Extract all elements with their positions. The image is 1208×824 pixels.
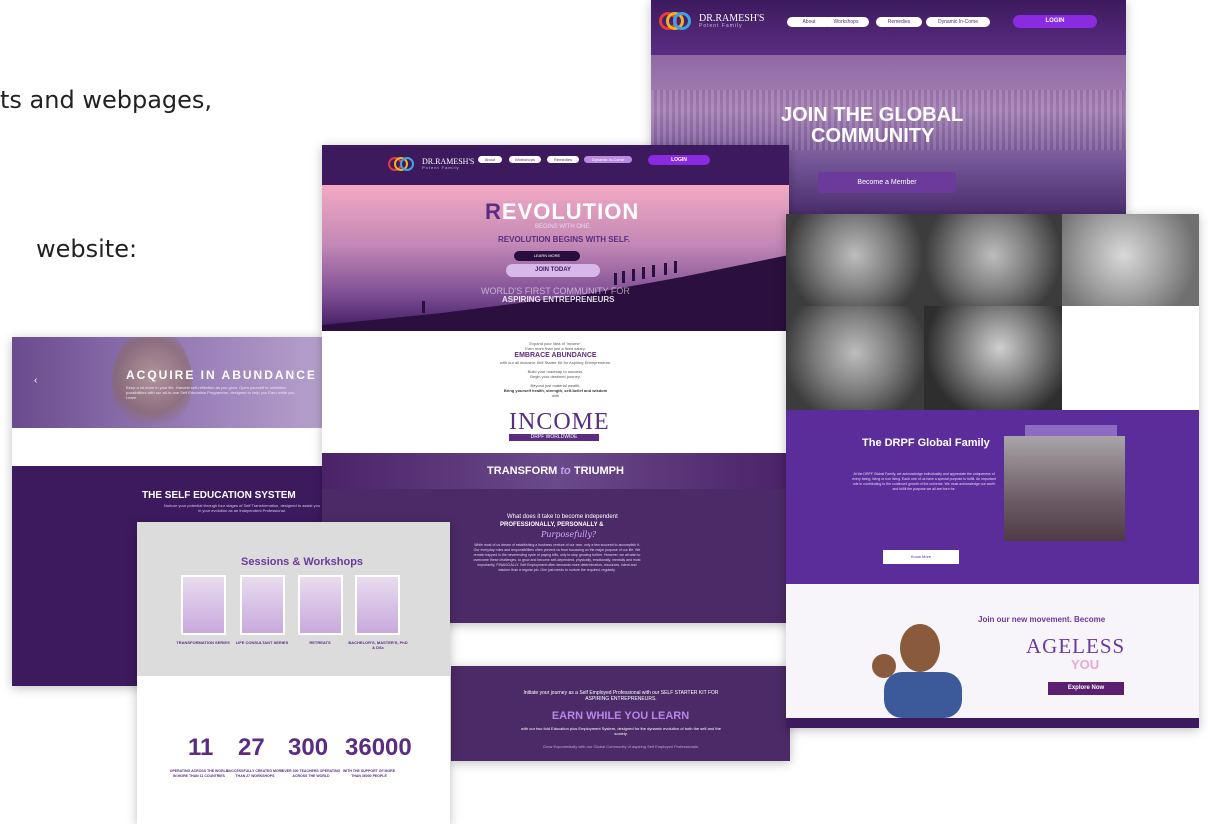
stat-people-label: WITH THE SUPPORT OF MORE THAN 36000 PEOP… <box>342 769 396 778</box>
sessions-page-card: Sessions & Workshops TRANSFORMATION SERI… <box>137 522 450 824</box>
nav-remedies[interactable]: Remedies <box>876 17 922 27</box>
portrait-photo-1 <box>786 214 924 306</box>
revolution-title: REVOLUTION <box>485 199 640 224</box>
earn-tagline: Grow Exponentially with our Global Commu… <box>542 744 700 749</box>
become-member-button[interactable]: Become a Member <box>818 172 956 193</box>
white-band <box>12 428 322 466</box>
purpose-paragraph: While most of us dream of establishing a… <box>473 543 641 572</box>
income-bar: DRPF WORLDWIDE <box>509 434 599 441</box>
portrait-photo-5 <box>924 306 1062 410</box>
logo-rings-icon <box>388 157 416 171</box>
self-education-title: THE SELF EDUCATION SYSTEM <box>142 490 296 501</box>
nav-workshops[interactable]: Workshops <box>823 17 869 27</box>
learn-more-button[interactable]: LEARN MORE <box>514 251 580 261</box>
stat-teachers-label: OVER 300 TEACHERS OPERATING ACROSS THE W… <box>281 769 341 778</box>
acquire-subtitle: Keep a lot more in your life. Harvest se… <box>126 385 295 400</box>
community-title-line1: JOIN THE GLOBAL <box>781 104 964 126</box>
earn-title: EARN WHILE YOU LEARN <box>551 710 690 722</box>
you-wordmark: YOU <box>1071 657 1100 672</box>
revolution-line2: REVOLUTION BEGINS WITH SELF. <box>498 235 631 244</box>
brand-name: DR.RAMESH'S <box>699 12 765 24</box>
sessions-title: Sessions & Workshops <box>241 556 364 568</box>
man-fist-photo <box>872 624 962 718</box>
stat-teachers-value: 300 <box>288 734 329 761</box>
tile-label-life-consultant: LIFE CONSULTANT SERIES <box>235 640 289 645</box>
nav-about[interactable]: About <box>478 156 502 163</box>
revolution-nav: DR.RAMESH'S Potent Family About Workshop… <box>322 145 789 185</box>
revolution-line1: BEGINS WITH ONE. <box>535 224 592 230</box>
stat-people-value: 36000 <box>345 734 412 761</box>
revolution-hero-banner: REVOLUTION BEGINS WITH ONE. REVOLUTION B… <box>322 185 789 331</box>
tile-retreats-image[interactable] <box>298 575 343 635</box>
family-page-card: The DRPF Global Family At the DRPF Globa… <box>786 214 1199 728</box>
tile-label-transformation: TRANSFORMATION SERIES <box>176 640 230 645</box>
community-title-line2: COMMUNITY <box>811 125 935 147</box>
community-nav: DR.RAMESH'S Potent Family About Workshop… <box>651 0 1126 55</box>
earn-intro: Initiate your journey as a Self Employed… <box>523 690 719 702</box>
nav-dynamic-income[interactable]: Dynamic In-Come <box>584 156 632 163</box>
logo-rings-icon <box>659 12 693 30</box>
join-today-button[interactable]: JOIN TODAY <box>506 264 600 277</box>
login-button[interactable]: LOGIN <box>1013 15 1097 28</box>
nav-remedies[interactable]: Remedies <box>547 156 579 163</box>
revolution-line4: ASPIRING ENTREPRENEURS <box>502 295 615 304</box>
transform-banner: TRANSFORM to TRIUMPH <box>322 453 789 489</box>
income-logo: INCOME DRPF WORLDWIDE <box>509 409 610 441</box>
family-text: At the DRPF Global Family, we acknowledg… <box>852 472 996 491</box>
question-line1: What does it take to become independent <box>507 514 618 520</box>
question-line2: PROFESSIONALLY, PERSONALLY & <box>500 522 604 528</box>
explore-now-button[interactable]: Explore Now <box>1048 682 1124 695</box>
income-word: INCOME <box>509 409 610 435</box>
stat-countries-value: 11 <box>188 734 214 761</box>
ageless-wordmark: AGELESS <box>1026 634 1126 658</box>
brand-sub: Potent Family <box>699 22 743 29</box>
portrait-photo-3 <box>1062 214 1199 306</box>
earn-page-card: Initiate your journey as a Self Employed… <box>451 666 790 761</box>
caption-line-1: ts and webpages, <box>0 86 213 114</box>
portrait-photo-2 <box>924 214 1062 306</box>
stat-workshops-label: SUCCESSFULLY CREATED MORE THAN 27 WORKSH… <box>226 769 284 778</box>
portrait-grid <box>786 214 1199 410</box>
stat-countries-label: OPERATING ACROSS THE WORLD IN MORE THAN … <box>169 769 229 778</box>
logo[interactable]: DR.RAMESH'S Potent Family <box>388 157 474 171</box>
family-title: The DRPF Global Family <box>862 437 990 449</box>
join-movement-text: Join our new movement. Become <box>978 615 1106 624</box>
stat-workshops-value: 27 <box>238 734 265 761</box>
footer-bar <box>786 718 1199 728</box>
nav-dynamic-income[interactable]: Dynamic In-Come <box>926 17 990 27</box>
tile-label-retreats: RETREATS <box>309 640 331 645</box>
intro-heading: EMBRACE ABUNDANCE <box>514 352 597 359</box>
ageless-section <box>786 584 1199 718</box>
portrait-photo-4 <box>786 306 924 410</box>
brand-sub: Potent Family <box>422 165 460 170</box>
group-photo <box>1004 436 1125 541</box>
caption-line-2: website: <box>36 235 138 263</box>
login-button[interactable]: LOGIN <box>648 155 710 165</box>
acquire-hero-banner <box>12 337 322 437</box>
tile-label-degrees: BACHELOR'S, MASTER'S, PhD & DSc <box>348 640 408 650</box>
self-education-subtitle: Nurture your potential through four stag… <box>163 503 321 513</box>
acquire-title: ACQUIRE IN ABUNDANCE <box>126 368 317 382</box>
intro-i: with <box>551 393 560 398</box>
know-more-button[interactable]: Know More <box>883 550 959 564</box>
earn-description: with our two fold Education plus Employm… <box>521 726 721 736</box>
carousel-prev-icon[interactable]: ‹ <box>34 375 37 386</box>
empty-photo-slot <box>1062 306 1199 410</box>
nav-workshops[interactable]: Workshops <box>509 156 541 163</box>
tile-life-consultant-image[interactable] <box>240 575 285 635</box>
logo[interactable]: DR.RAMESH'S Potent Family <box>659 12 764 30</box>
tile-transformation-image[interactable] <box>181 575 226 635</box>
tile-degrees-image[interactable] <box>355 575 400 635</box>
family-section <box>786 410 1199 584</box>
question-line3: Purposefully? <box>541 530 597 539</box>
